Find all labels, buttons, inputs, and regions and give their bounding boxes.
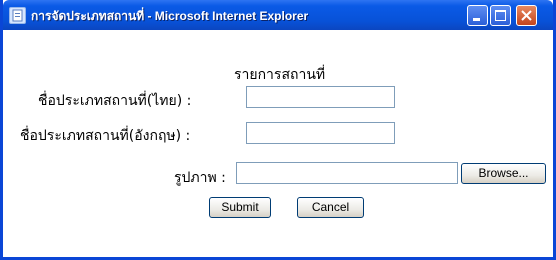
minimize-icon [473,18,480,21]
maximize-button[interactable] [490,5,511,26]
minimize-button[interactable] [467,5,488,26]
thai-name-input[interactable] [246,86,395,108]
title-bar[interactable]: การจัดประเภทสถานที่ - Microsoft Internet… [3,0,553,30]
cancel-button[interactable]: Cancel [297,197,364,218]
browse-button[interactable]: Browse... [461,163,546,184]
english-name-label: ชื่อประเภทสถานที่(อังกฤษ) : [20,128,191,144]
page-content: รายการสถานที่ ชื่อประเภทสถานที่(ไทย) : ช… [3,30,553,257]
form-heading: รายการสถานที่ [234,67,326,83]
ie-page-icon[interactable] [9,7,26,24]
picture-path-input[interactable] [236,162,458,184]
close-icon [521,10,532,21]
english-name-input[interactable] [246,122,395,144]
close-button[interactable] [516,5,537,26]
window-title: การจัดประเภทสถานที่ - Microsoft Internet… [31,9,309,23]
submit-button[interactable]: Submit [209,197,271,218]
browser-window: การจัดประเภทสถานที่ - Microsoft Internet… [0,0,556,260]
thai-name-label: ชื่อประเภทสถานที่(ไทย) : [38,93,192,109]
maximize-icon [495,10,506,21]
picture-label: รูปภาพ : [174,170,226,186]
